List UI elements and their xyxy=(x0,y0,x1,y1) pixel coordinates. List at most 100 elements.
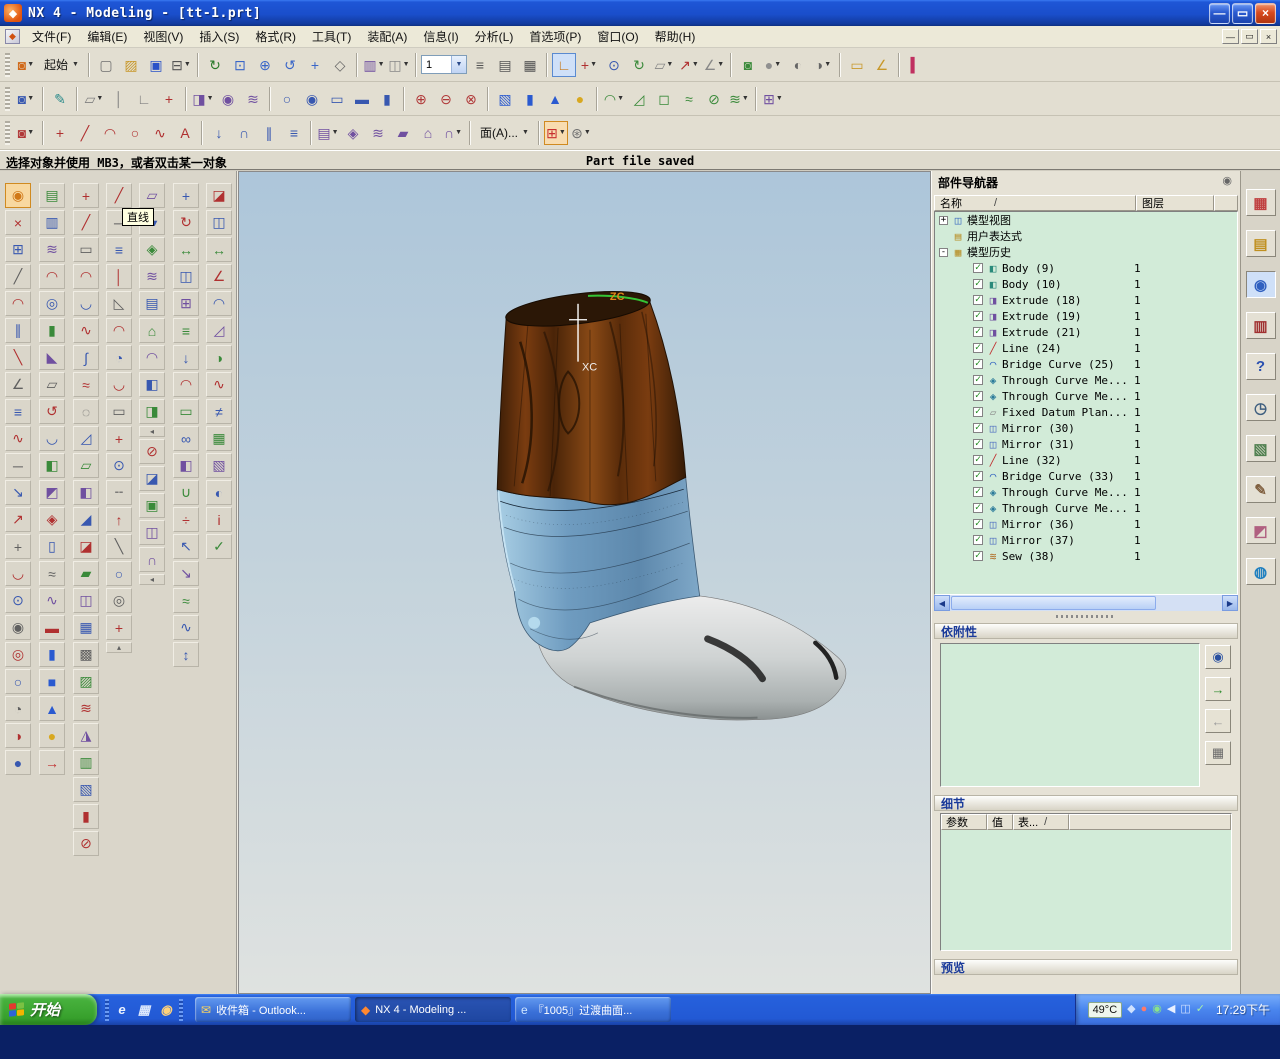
web-surface-button[interactable]: ▧ xyxy=(73,777,99,802)
task-button-outlook[interactable]: ✉ 收件箱 - Outlook... xyxy=(195,997,351,1022)
circle-sketch-button[interactable]: ○ xyxy=(106,561,132,586)
plus-sketch-button[interactable]: + xyxy=(106,615,132,640)
tree-expander[interactable]: + xyxy=(939,215,948,225)
feature-checkbox[interactable]: ✓ xyxy=(973,311,983,321)
section-analysis-button[interactable]: ◪ xyxy=(206,183,232,208)
feature-checkbox[interactable]: ✓ xyxy=(973,471,983,481)
tree-row[interactable]: ✓ ◠ Bridge Curve (33) 1 xyxy=(935,468,1237,484)
wedge-face-button[interactable]: ◣ xyxy=(39,345,65,370)
spline-tool-button[interactable]: ∿ xyxy=(73,318,99,343)
tree-row[interactable]: ✓ ◫ Mirror (30) 1 xyxy=(935,420,1237,436)
safety-tray-icon[interactable]: ✓ xyxy=(1196,1004,1205,1015)
orient-wcs-button[interactable]: ∟ xyxy=(551,52,576,77)
arc-tool-button[interactable]: ◠ xyxy=(73,264,99,289)
feature-checkbox[interactable]: ✓ xyxy=(973,327,983,337)
corner-face-button[interactable]: ◩ xyxy=(39,480,65,505)
sphere-primitive-button[interactable]: ● xyxy=(568,87,592,111)
curvature-analysis-button[interactable]: ∿ xyxy=(206,372,232,397)
shear-surface-button[interactable]: ◫ xyxy=(73,588,99,613)
network-tray-icon[interactable]: ◫ xyxy=(1180,1004,1190,1015)
grid-analysis-button[interactable]: ▦ xyxy=(206,426,232,451)
raise-snap-button[interactable]: ↗ xyxy=(5,507,31,532)
column-header-layer[interactable]: 图层 xyxy=(1136,195,1214,211)
arc-curve-button[interactable]: ◠ xyxy=(98,121,122,145)
arc-center-button[interactable]: ◔ xyxy=(106,345,132,370)
ring-sketch-button[interactable]: ◎ xyxy=(106,588,132,613)
edge-a-button[interactable]: ◫ xyxy=(139,520,165,545)
ribbed-face-button[interactable]: ▥ xyxy=(39,210,65,235)
tree-row[interactable]: ✓ ◫ Mirror (31) 1 xyxy=(935,436,1237,452)
ie-quick-button[interactable]: e xyxy=(113,1001,131,1019)
scale-object-button[interactable]: ↔ xyxy=(173,237,199,262)
wrap-object-button[interactable]: ◠ xyxy=(173,372,199,397)
ripple-face-button[interactable]: ∿ xyxy=(39,588,65,613)
vector-snap-button[interactable]: ↘ xyxy=(5,480,31,505)
tall-face-button[interactable]: ▯ xyxy=(39,534,65,559)
minimize-button[interactable]: — xyxy=(1209,2,1230,24)
spline-curve-button[interactable]: ∿ xyxy=(148,121,172,145)
barrel-face-button[interactable]: ▮ xyxy=(39,318,65,343)
project-object-button[interactable]: ↓ xyxy=(173,345,199,370)
menu-item[interactable]: 装配(A) xyxy=(359,26,415,47)
array-object-button[interactable]: ⊞ xyxy=(173,291,199,316)
shrink-object-button[interactable]: ↘ xyxy=(173,561,199,586)
collapse-left-b-button[interactable]: ◂ xyxy=(139,574,165,585)
update-tray-icon[interactable]: ◉ xyxy=(1152,1004,1162,1015)
order-object-button[interactable]: ↕ xyxy=(173,642,199,667)
block-primitive-button[interactable]: ▧ xyxy=(493,87,517,111)
dash-sketch-button[interactable]: ╌ xyxy=(106,480,132,505)
history-palette-button[interactable]: ◷ xyxy=(1245,394,1276,421)
mesh-surface-button[interactable]: ▩ xyxy=(73,642,99,667)
flange-surface-button[interactable]: ◮ xyxy=(73,723,99,748)
face-menu[interactable]: 面(A)... ▼ xyxy=(475,122,534,144)
layer-visible-button[interactable]: ▤ xyxy=(493,53,517,77)
angle-snap-button[interactable]: ∠ xyxy=(5,372,31,397)
point-sketch-button[interactable]: + xyxy=(106,426,132,451)
swept-surface-button[interactable]: ≋ xyxy=(366,121,390,145)
wave-curve-tool-button[interactable]: ≈ xyxy=(73,372,99,397)
point-tool-button[interactable]: + xyxy=(73,183,99,208)
menu-item[interactable]: 帮助(H) xyxy=(647,26,704,47)
mdi-restore-button[interactable]: ▭ xyxy=(1241,29,1258,44)
media-quick-button[interactable]: ◉ xyxy=(157,1001,175,1019)
ruled-a-button[interactable]: ▤ xyxy=(139,291,165,316)
layer-settings-button[interactable]: ≡ xyxy=(468,53,492,77)
stitch-surface-button[interactable]: ≋ xyxy=(73,696,99,721)
line-2pt-button[interactable]: ╱ xyxy=(106,183,132,208)
feature-checkbox[interactable]: ✓ xyxy=(973,279,983,289)
offset-curve-button[interactable]: ≡ xyxy=(282,121,306,145)
scroll-right-button[interactable]: ▶ xyxy=(1222,595,1238,611)
mesh-a-button[interactable]: ◈ xyxy=(139,237,165,262)
swept-a-button[interactable]: ≋ xyxy=(139,264,165,289)
preview-section-header[interactable]: 预览 xyxy=(934,959,1238,975)
rotate-object-button[interactable]: ↻ xyxy=(173,210,199,235)
tree-row[interactable]: ✓ ╱ Line (24) 1 xyxy=(935,340,1237,356)
blend-a-button[interactable]: ◠ xyxy=(139,345,165,370)
point-feature-button[interactable]: + xyxy=(157,87,181,111)
toolbar-drag-handle[interactable] xyxy=(5,86,10,111)
notch-surface-button[interactable]: ◪ xyxy=(73,534,99,559)
divide-object-button[interactable]: ÷ xyxy=(173,507,199,532)
revolve-feature-button[interactable]: ◉ xyxy=(216,87,240,111)
half-face-button[interactable]: ◧ xyxy=(39,453,65,478)
feature-checkbox[interactable]: ✓ xyxy=(973,487,983,497)
tree-row[interactable]: ✓ ◫ Mirror (36) 1 xyxy=(935,516,1237,532)
subtract-boolean-button[interactable]: ⊖ xyxy=(434,87,458,111)
thread-feature-button[interactable]: ≈ xyxy=(677,87,701,111)
scroll-left-button[interactable]: ◀ xyxy=(934,595,950,611)
close-button[interactable]: × xyxy=(1255,2,1276,24)
n-sided-a-button[interactable]: ⌂ xyxy=(139,318,165,343)
dependencies-forward-button[interactable]: → xyxy=(1205,677,1231,701)
through-curve-mesh-button[interactable]: ◈ xyxy=(341,121,365,145)
reflect-analysis-button[interactable]: ◑ xyxy=(206,345,232,370)
arch-face-button[interactable]: ◠ xyxy=(39,264,65,289)
solid-snap-button[interactable]: ● xyxy=(5,750,31,775)
details-section-header[interactable]: 细节 xyxy=(934,795,1238,811)
feature-checkbox[interactable]: ✓ xyxy=(973,407,983,417)
gem-face-button[interactable]: ◈ xyxy=(39,507,65,532)
start-button[interactable]: 开始 xyxy=(0,994,97,1025)
details-column-3[interactable]: 表... / xyxy=(1013,814,1069,830)
rib-surface-button[interactable]: ▥ xyxy=(73,750,99,775)
shell-feature-button[interactable]: ◻ xyxy=(652,87,676,111)
blue-cylinder-button[interactable]: ▮ xyxy=(39,642,65,667)
